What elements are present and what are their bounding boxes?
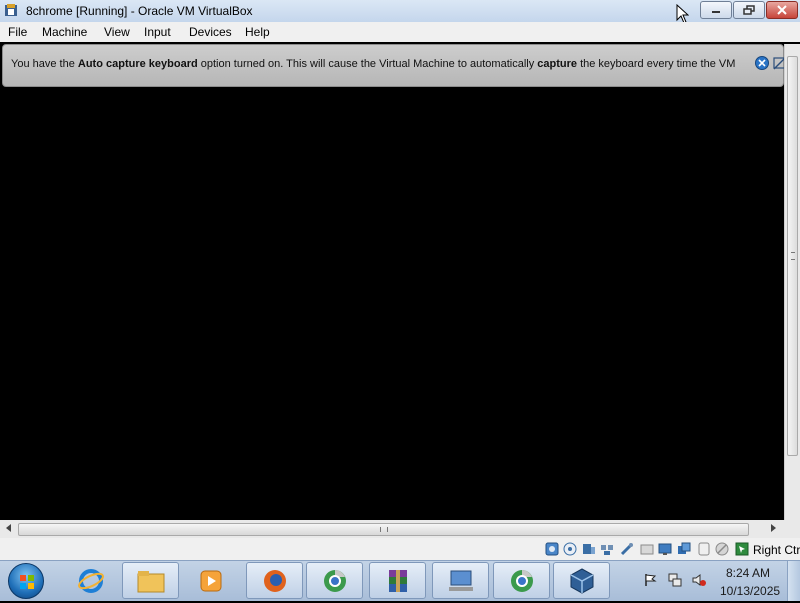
taskbar-chrome[interactable] [493, 562, 550, 599]
vm-display[interactable] [0, 88, 784, 520]
taskbar-chrome[interactable] [306, 562, 363, 599]
window-title: 8chrome [Running] - Oracle VM VirtualBox [26, 4, 253, 18]
taskbar-firefox[interactable] [246, 562, 303, 599]
banner-text-part: option turned on. This will cause the Vi… [197, 58, 538, 70]
virtualbox-icon [570, 567, 593, 594]
horizontal-scrollbar[interactable] [0, 520, 784, 538]
host-key-label[interactable]: Right Ctrl [753, 543, 800, 557]
menu-input[interactable]: Input [144, 25, 171, 39]
menu-devices[interactable]: Devices [189, 25, 232, 39]
mouse-cursor-icon [676, 4, 689, 24]
restore-button[interactable] [733, 1, 765, 19]
action-center-flag-icon[interactable] [643, 573, 657, 587]
chrome-icon [510, 569, 533, 592]
network-status-icon[interactable] [668, 573, 682, 587]
taskbar-file-explorer[interactable] [122, 562, 179, 599]
firefox-icon [263, 569, 286, 592]
menu-machine[interactable]: Machine [42, 25, 87, 39]
video-capture-icon[interactable] [677, 542, 691, 556]
minimize-button[interactable] [700, 1, 732, 19]
shared-folders-icon[interactable] [640, 542, 654, 556]
taskbar-network-computer[interactable] [432, 562, 489, 599]
taskbar-internet-explorer[interactable] [62, 562, 119, 599]
taskbar-winrar[interactable] [369, 562, 426, 599]
banner-bold-capture: capture [537, 58, 578, 70]
auto-capture-keyboard-banner: You have the Auto capture keyboard optio… [2, 44, 787, 87]
clock-time[interactable]: 8:24 AM [726, 566, 770, 580]
cpu-icon[interactable] [715, 542, 729, 556]
restore-icon [743, 5, 755, 15]
usb-icon[interactable] [620, 542, 634, 556]
audio-icon[interactable] [582, 542, 596, 556]
show-desktop-button[interactable] [787, 561, 800, 601]
media-player-icon [200, 570, 221, 591]
volume-muted-icon[interactable] [692, 573, 706, 587]
scrollbar-corner [784, 520, 800, 538]
network-icon[interactable] [600, 542, 614, 556]
hard-disk-icon[interactable] [545, 542, 559, 556]
display-icon[interactable] [658, 542, 672, 556]
banner-text-part: the keyboard every time the VM [577, 58, 736, 70]
vertical-scroll-thumb[interactable] [787, 56, 798, 456]
banner-message: You have the Auto capture keyboard optio… [11, 58, 751, 70]
menu-view[interactable]: View [104, 25, 130, 39]
scroll-grip-icon [791, 252, 795, 260]
optical-drive-icon[interactable] [563, 542, 577, 556]
menu-bar: File Machine View Input Devices Help [0, 22, 800, 42]
close-button[interactable] [766, 1, 798, 19]
mouse-integration-icon[interactable] [735, 542, 749, 556]
close-icon [777, 5, 787, 15]
menu-help[interactable]: Help [245, 25, 270, 39]
file-explorer-icon [137, 570, 164, 592]
menu-file[interactable]: File [8, 25, 27, 39]
taskbar-media-player[interactable] [182, 562, 239, 599]
vertical-scrollbar[interactable] [784, 44, 800, 520]
banner-bold-auto-capture: Auto capture keyboard [77, 58, 198, 70]
scroll-left-arrow-icon[interactable] [6, 524, 11, 532]
chrome-icon [323, 569, 346, 592]
banner-close-icon[interactable] [755, 56, 769, 70]
windows-logo-icon [20, 575, 34, 589]
scroll-grip-icon [380, 527, 388, 532]
internet-explorer-icon [77, 568, 104, 593]
title-bar[interactable]: 8chrome [Running] - Oracle VM VirtualBox [0, 0, 800, 24]
vm-status-bar: Right Ctrl [0, 538, 800, 560]
minimize-icon [712, 11, 720, 13]
taskbar: 8:24 AM 10/13/2025 [0, 560, 800, 601]
start-button[interactable] [8, 563, 44, 599]
recording-icon[interactable] [697, 542, 711, 556]
taskbar-virtualbox[interactable] [553, 562, 610, 599]
virtualbox-app-icon [5, 4, 17, 16]
clock-date[interactable]: 10/13/2025 [720, 584, 780, 598]
banner-text-part: You have the [11, 58, 78, 70]
scroll-right-arrow-icon[interactable] [771, 524, 776, 532]
network-computer-icon [448, 570, 473, 591]
horizontal-scroll-thumb[interactable] [18, 523, 749, 536]
winrar-icon [388, 569, 407, 592]
